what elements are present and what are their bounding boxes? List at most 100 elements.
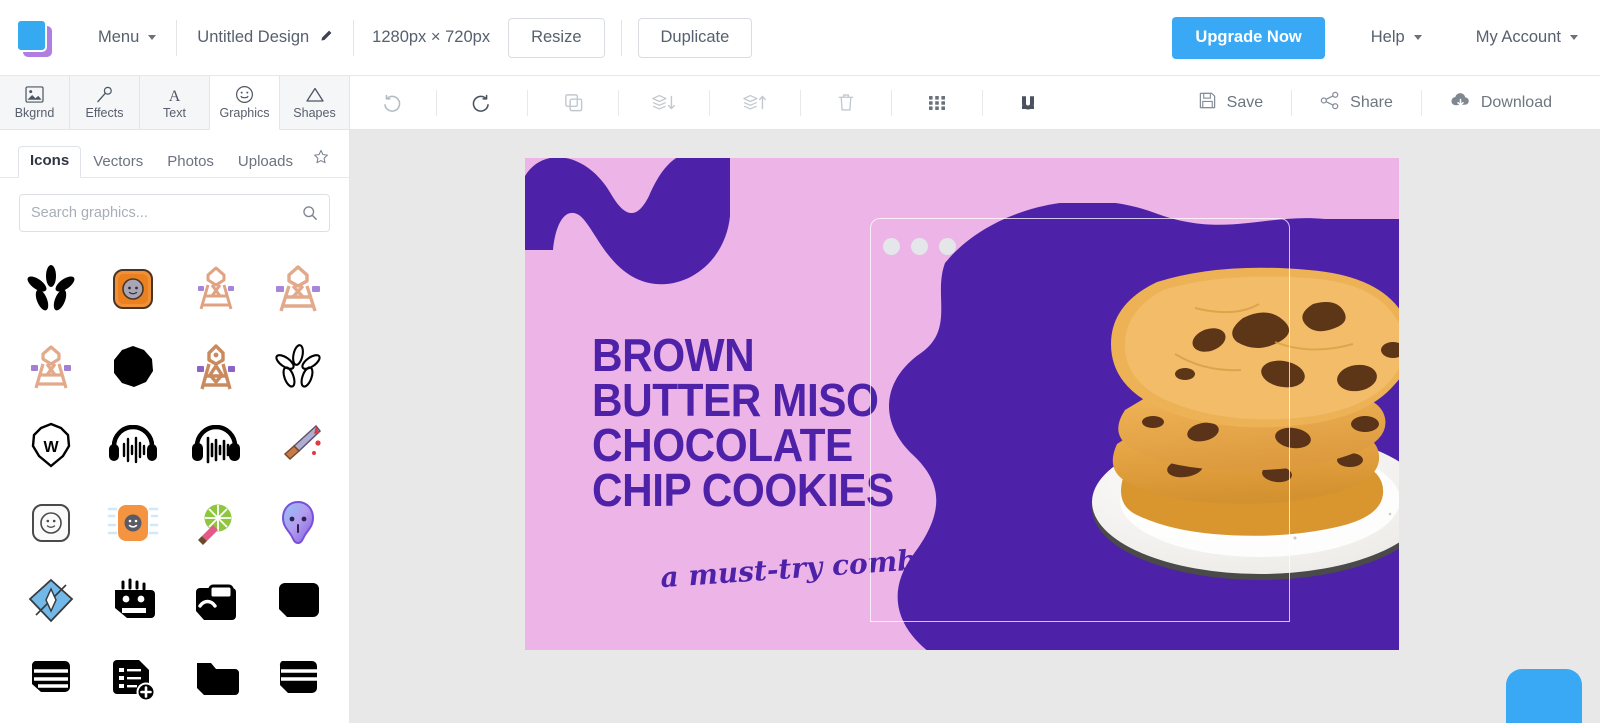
delete-button[interactable] [825, 86, 867, 120]
snap-magnet-button[interactable] [1007, 86, 1049, 120]
flower-outline-icon[interactable] [257, 328, 339, 406]
image-icon [25, 85, 44, 104]
element-actions-toolbar: Save Share Download [350, 76, 1600, 130]
search-input[interactable] [31, 205, 302, 221]
help-label: Help [1370, 28, 1405, 46]
menu-button[interactable]: Menu [78, 15, 176, 61]
grid-button[interactable] [916, 86, 958, 120]
svg-text:W: W [44, 439, 60, 456]
canvas-dimensions: 1280px × 720px [372, 28, 491, 46]
design-editor-app: Menu Untitled Design 1280px × 720px Resi… [0, 0, 1600, 723]
undo-button[interactable] [370, 86, 412, 120]
divider [800, 89, 801, 116]
download-button[interactable]: Download [1422, 85, 1580, 121]
purple-wave-shape[interactable] [525, 158, 730, 293]
divider [436, 89, 437, 116]
logo-front-square [16, 18, 47, 52]
power-tower-dark-icon[interactable] [175, 328, 257, 406]
tool-tab-effects[interactable]: Effects [70, 76, 140, 130]
bring-forward-button[interactable] [734, 86, 776, 120]
power-tower-wide-icon[interactable] [257, 250, 339, 328]
triangle-icon [305, 85, 325, 104]
star-icon[interactable] [305, 144, 335, 177]
main-body: Icons Vectors Photos Uploads Search grap… [0, 130, 1600, 723]
mockup-dot [939, 238, 956, 255]
document-add-list-icon[interactable] [92, 640, 174, 718]
duplicate-design-button[interactable]: Duplicate [637, 17, 753, 58]
graphics-results-grid: W [0, 242, 349, 723]
divider [618, 89, 619, 116]
power-tower-tall-icon[interactable] [10, 328, 92, 406]
headphones-waveform-icon[interactable] [92, 406, 174, 484]
cookies-photo[interactable] [1045, 246, 1399, 650]
tool-tab-bkgrnd[interactable]: Bkgrnd [0, 76, 70, 130]
canvas-workspace[interactable]: BROWN BUTTER MISO CHOCOLATE CHIP COOKIES… [350, 130, 1600, 723]
share-label: Share [1350, 93, 1393, 111]
save-icon [1198, 91, 1217, 115]
tool-tab-label: Effects [85, 106, 124, 120]
orange-rounded-square-face-icon[interactable] [92, 250, 174, 328]
chevron-down-icon [1413, 35, 1422, 40]
tool-tab-graphics[interactable]: Graphics [210, 76, 280, 130]
bloody-knife-icon[interactable] [257, 406, 339, 484]
menu-label: Menu [98, 28, 140, 46]
tool-tab-shapes[interactable]: Shapes [280, 76, 349, 130]
help-chat-button[interactable] [1506, 669, 1582, 723]
upgrade-now-button[interactable]: Upgrade Now [1172, 16, 1325, 59]
magic-wand-icon [95, 85, 114, 104]
card-lines-icon[interactable] [10, 640, 92, 718]
window-mockup-dots [883, 238, 956, 255]
secondary-toolbar-row: Bkgrnd Effects A Text Graphics Shapes Sa… [0, 76, 1600, 130]
smiley-icon [235, 85, 254, 104]
panel-tab-uploads[interactable]: Uploads [226, 147, 305, 178]
tool-tab-label: Shapes [293, 106, 336, 120]
photo-upload-icon[interactable] [175, 562, 257, 640]
folder-icon[interactable] [175, 640, 257, 718]
smiley-square-outline-icon[interactable] [10, 484, 92, 562]
robot-face-icon[interactable] [92, 562, 174, 640]
chevron-down-icon [148, 35, 157, 40]
search-box[interactable] [19, 194, 330, 232]
black-rounded-square-icon[interactable] [257, 562, 339, 640]
orange-smiley-app-icon[interactable] [92, 484, 174, 562]
panel-tab-vectors[interactable]: Vectors [81, 147, 155, 178]
tool-tab-label: Graphics [219, 106, 270, 120]
help-menu[interactable]: Help [1351, 15, 1442, 61]
design-title-button[interactable]: Untitled Design [177, 15, 353, 61]
account-label: My Account [1475, 28, 1561, 46]
blue-compass-diamond-icon[interactable] [10, 562, 92, 640]
headphones-waveform-alt-icon[interactable] [175, 406, 257, 484]
divider [891, 89, 892, 116]
card-stripe-icon[interactable] [257, 640, 339, 718]
search-icon[interactable] [302, 205, 318, 221]
tool-tab-label: Text [163, 106, 186, 120]
power-tower-icon[interactable] [175, 250, 257, 328]
share-icon [1320, 91, 1340, 115]
pencil-icon[interactable] [319, 29, 333, 46]
neon-face-icon[interactable] [257, 484, 339, 562]
panel-tab-icons[interactable]: Icons [18, 146, 82, 178]
graphics-side-panel: Icons Vectors Photos Uploads Search grap… [0, 130, 350, 723]
design-title: Untitled Design [197, 28, 310, 46]
flower-silhouette-icon[interactable] [10, 250, 92, 328]
w-badge-icon[interactable]: W [10, 406, 92, 484]
tool-tab-label: Bkgrnd [14, 106, 55, 120]
black-nonagon-icon[interactable] [92, 328, 174, 406]
design-canvas[interactable]: BROWN BUTTER MISO CHOCOLATE CHIP COOKIES… [525, 158, 1399, 650]
resize-button[interactable]: Resize [508, 17, 605, 58]
redo-button[interactable] [461, 86, 503, 120]
mockup-dot [883, 238, 900, 255]
tool-tab-text[interactable]: A Text [140, 76, 210, 130]
mockup-dot [911, 238, 928, 255]
panel-tab-photos[interactable]: Photos [155, 147, 226, 178]
download-cloud-icon [1450, 91, 1471, 114]
top-bar: Menu Untitled Design 1280px × 720px Resi… [0, 0, 1600, 76]
send-backward-button[interactable] [643, 86, 685, 120]
share-button[interactable]: Share [1292, 85, 1421, 121]
lime-slice-brush-icon[interactable] [175, 484, 257, 562]
save-label: Save [1226, 93, 1264, 111]
account-menu[interactable]: My Account [1456, 15, 1578, 61]
duplicate-element-button[interactable] [552, 86, 594, 120]
app-logo[interactable] [14, 17, 56, 59]
save-button[interactable]: Save [1170, 85, 1291, 121]
